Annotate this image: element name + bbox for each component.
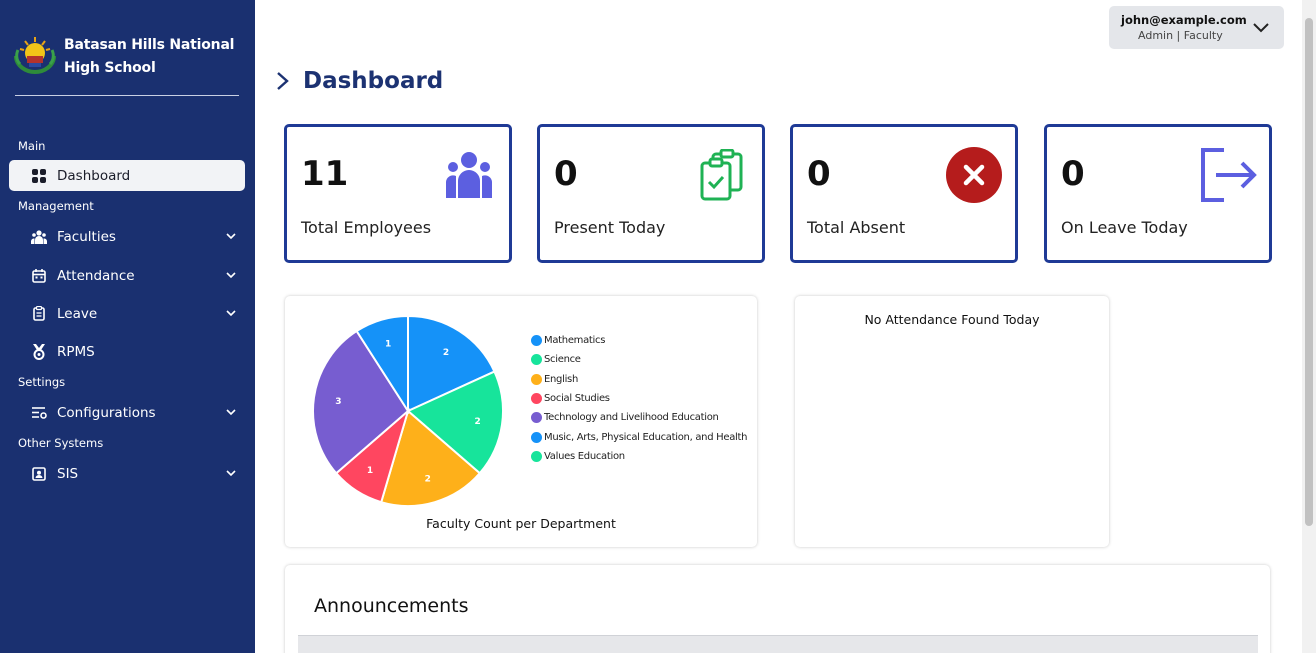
stat-value: 0 [807, 154, 831, 194]
chevron-down-icon [226, 310, 236, 317]
brand-divider [15, 95, 239, 96]
legend-item[interactable]: Values Education [531, 447, 747, 466]
pie-chart: 2 2 2 1 3 1 [312, 314, 504, 507]
users-icon [31, 229, 47, 245]
attendance-panel: No Attendance Found Today [795, 296, 1109, 547]
clipboard-check-icon [700, 149, 743, 201]
page-scrollbar[interactable] [1302, 0, 1316, 653]
section-label-other-systems: Other Systems [18, 436, 104, 450]
legend-label: Values Education [544, 450, 625, 462]
stat-label: Total Employees [301, 218, 432, 237]
brand-name: Batasan Hills National High School [64, 34, 234, 80]
stat-value: 11 [301, 154, 349, 194]
exit-icon [1201, 148, 1257, 202]
sidebar-item-label: Faculties [57, 228, 116, 245]
announcements-table-header [298, 635, 1258, 653]
x-circle-icon [946, 147, 1002, 203]
user-menu[interactable]: john@example.com Admin | Faculty [1109, 6, 1284, 49]
chevron-down-icon [226, 272, 236, 279]
pie-slice-label: 2 [425, 474, 431, 484]
section-label-settings: Settings [18, 375, 66, 389]
scrollbar-thumb[interactable] [1305, 18, 1313, 526]
sidebar-item-label: RPMS [57, 343, 95, 360]
chevron-down-icon [226, 409, 236, 416]
page-header: Dashboard [275, 68, 443, 94]
sidebar-item-configurations[interactable]: Configurations [9, 397, 245, 428]
sliders-icon [31, 405, 47, 421]
legend-label: Mathematics [544, 335, 606, 347]
stat-card-present-today[interactable]: 0 Present Today [537, 124, 765, 263]
pie-slice-label: 1 [385, 340, 391, 350]
sidebar-item-sis[interactable]: SIS [9, 458, 245, 489]
chart-title: Faculty Count per Department [426, 516, 616, 531]
chevron-down-icon [1253, 23, 1269, 33]
chart-legend: Mathematics Science English Social Studies T… [531, 331, 747, 466]
stat-label: On Leave Today [1061, 218, 1188, 237]
legend-item[interactable]: Music, Arts, Physical Education, and Hea… [531, 427, 747, 446]
id-card-icon [31, 466, 47, 482]
stat-card-on-leave-today[interactable]: 0 On Leave Today [1044, 124, 1272, 263]
legend-item[interactable]: Social Studies [531, 389, 747, 408]
legend-marker [531, 431, 542, 443]
pie-slice-label: 1 [367, 466, 373, 476]
sidebar-item-leave[interactable]: Leave [9, 298, 245, 329]
announcements-panel: Announcements [285, 565, 1270, 653]
clipboard-icon [31, 306, 47, 322]
chevron-right-icon [277, 72, 289, 90]
sidebar-item-attendance[interactable]: Attendance [9, 260, 245, 291]
pie-slice-label: 2 [443, 348, 449, 358]
sidebar-item-label: Dashboard [57, 167, 131, 184]
brand: Batasan Hills National High School [12, 34, 234, 80]
pie-slice-label: 3 [335, 397, 341, 407]
brand-name-line1: Batasan Hills National [64, 37, 235, 53]
legend-label: Social Studies [544, 393, 610, 405]
legend-label: English [544, 373, 579, 385]
grid-icon [31, 168, 47, 184]
section-label-main: Main [18, 139, 46, 153]
page-title: Dashboard [303, 68, 444, 94]
sidebar-item-label: Configurations [57, 404, 156, 421]
legend-marker [531, 354, 542, 366]
calendar-icon [31, 268, 47, 284]
stat-label: Present Today [554, 218, 666, 237]
legend-label: Science [544, 354, 581, 366]
school-logo-icon [14, 37, 56, 74]
user-role: Admin | Faculty [1138, 29, 1223, 42]
stat-card-total-absent[interactable]: 0 Total Absent [790, 124, 1018, 263]
sidebar-item-label: Attendance [57, 267, 135, 284]
legend-marker [531, 450, 542, 462]
faculty-chart-panel: 2 2 2 1 3 1 Mathematics Science English Social S… [285, 296, 757, 547]
no-attendance-message: No Attendance Found Today [864, 312, 1040, 327]
chevron-down-icon [226, 470, 236, 477]
medal-icon [31, 343, 47, 360]
legend-item[interactable]: Technology and Livelihood Education [531, 408, 747, 427]
announcements-title: Announcements [314, 595, 469, 617]
sidebar-item-faculties[interactable]: Faculties [9, 221, 245, 252]
sidebar-item-dashboard[interactable]: Dashboard [9, 160, 245, 191]
stat-value: 0 [1061, 154, 1085, 194]
sidebar-item-rpms[interactable]: RPMS [9, 336, 245, 367]
legend-marker [531, 335, 542, 347]
stat-card-total-employees[interactable]: 11 Total Employees [284, 124, 512, 263]
legend-label: Technology and Livelihood Education [544, 412, 719, 424]
brand-name-line2: High School [64, 60, 156, 76]
pie-slice-label: 2 [474, 417, 480, 427]
legend-item[interactable]: Science [531, 350, 747, 369]
user-email: john@example.com [1121, 13, 1247, 27]
sidebar-item-label: SIS [57, 465, 79, 482]
legend-label: Music, Arts, Physical Education, and Hea… [544, 431, 748, 443]
chevron-down-icon [226, 233, 236, 240]
users-icon [446, 152, 492, 198]
legend-marker [531, 412, 542, 424]
stat-label: Total Absent [807, 218, 906, 237]
legend-item[interactable]: English [531, 370, 747, 389]
stat-value: 0 [554, 154, 578, 194]
legend-marker [531, 373, 542, 385]
legend-marker [531, 393, 542, 405]
sidebar: Batasan Hills National High School Main … [0, 0, 255, 653]
legend-item[interactable]: Mathematics [531, 331, 747, 350]
section-label-management: Management [18, 199, 94, 213]
sidebar-item-label: Leave [57, 305, 98, 322]
